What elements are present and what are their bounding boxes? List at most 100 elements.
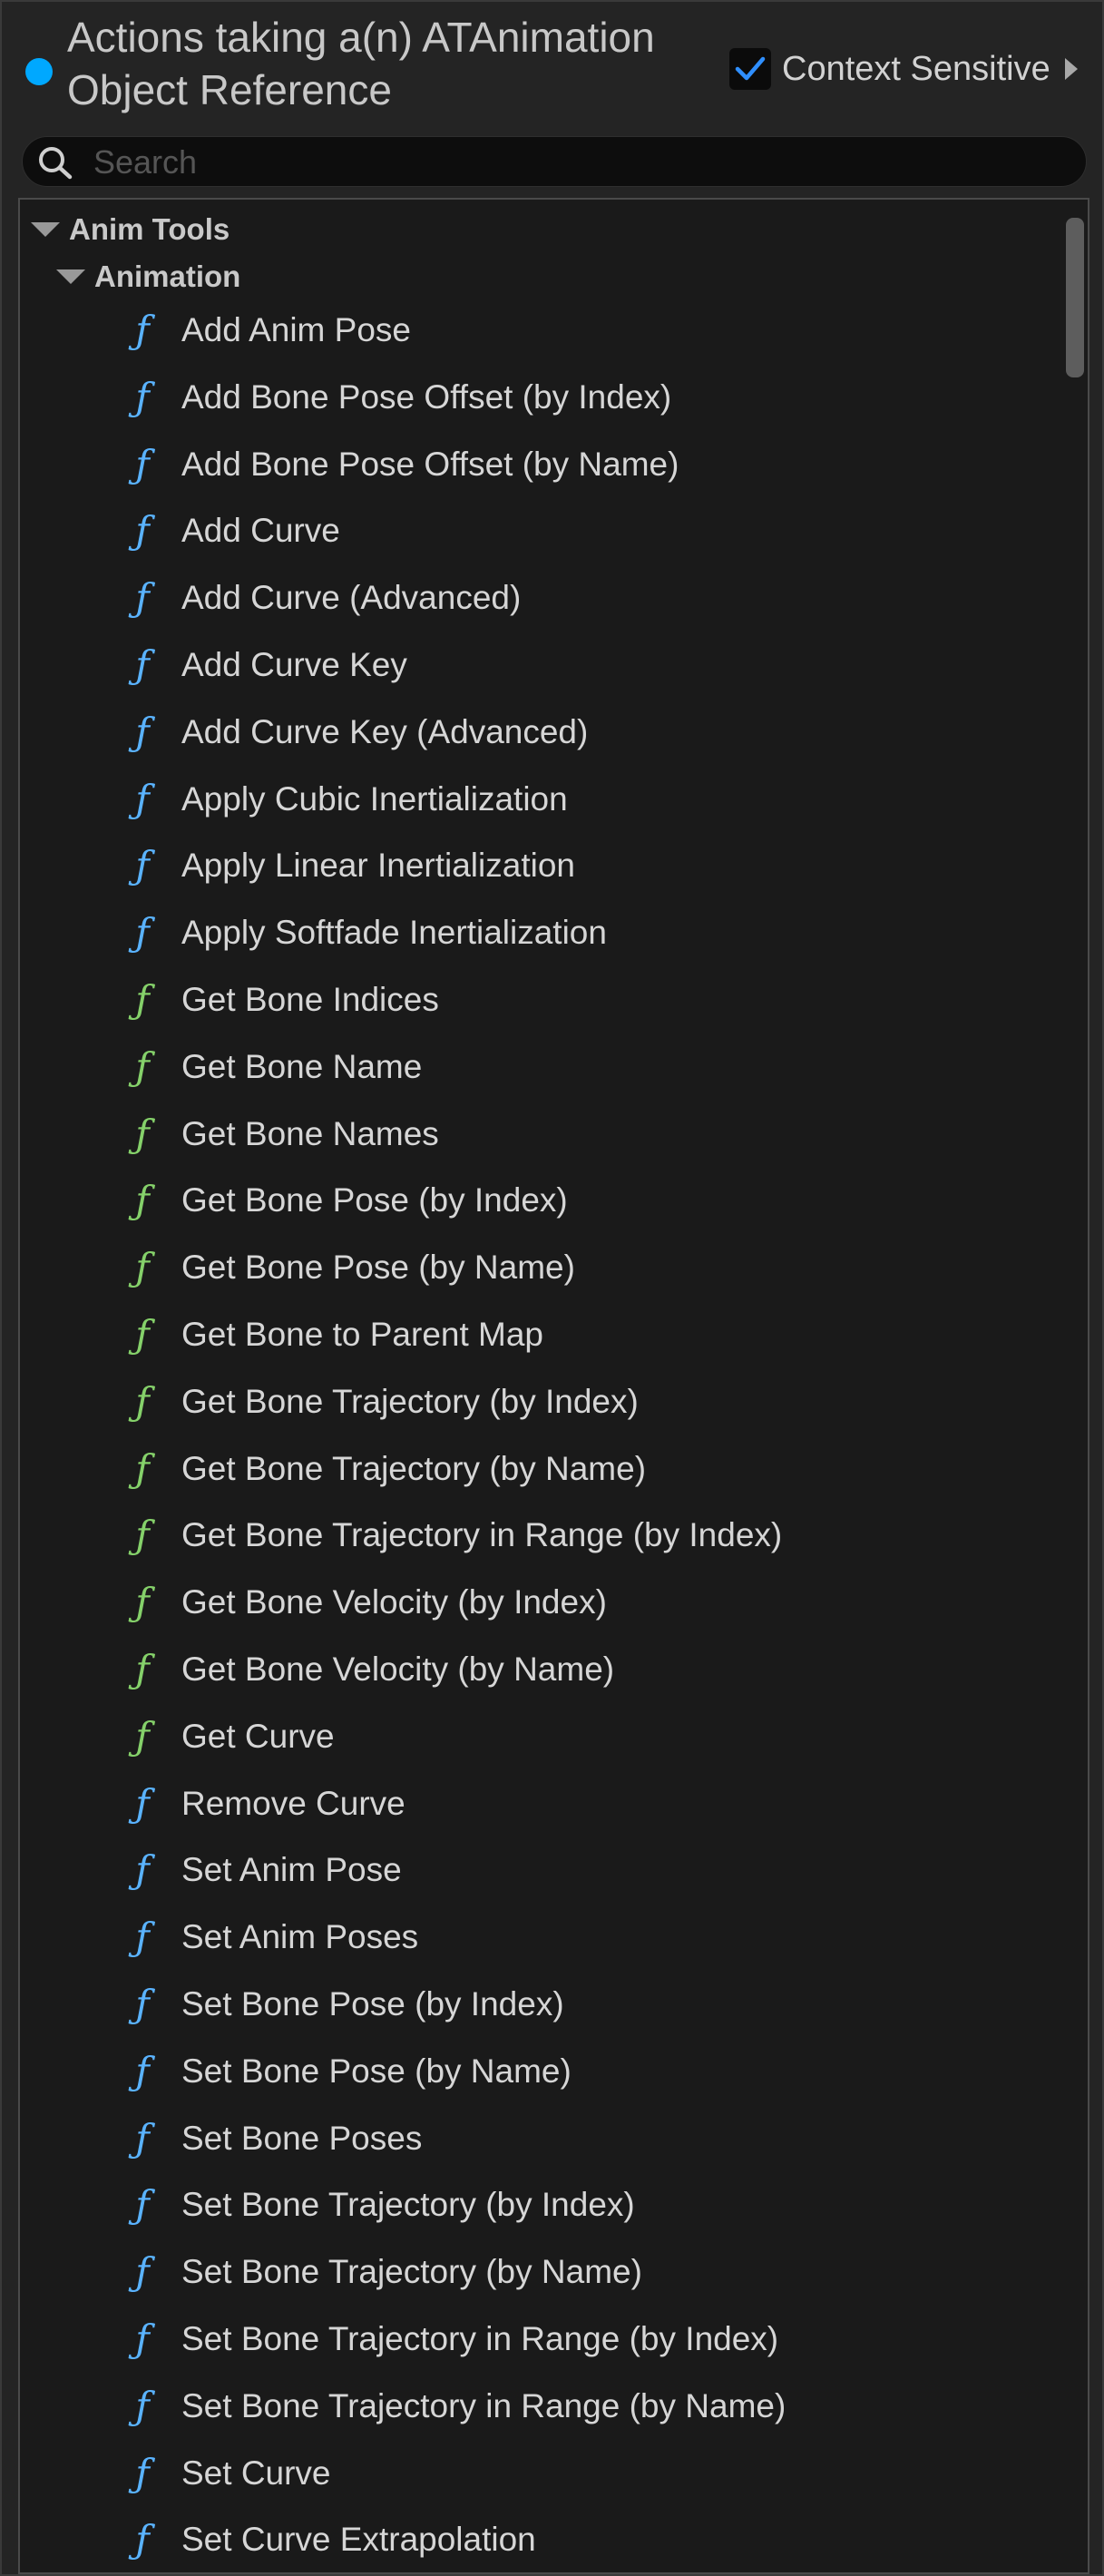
action-item[interactable]: ƒ Get Bone to Parent Map: [122, 1304, 1047, 1366]
action-item[interactable]: ƒ Get Bone Trajectory (by Name): [122, 1438, 1047, 1500]
context-sensitive-label: Context Sensitive: [782, 49, 1050, 88]
search-bar[interactable]: [22, 136, 1087, 187]
action-item[interactable]: ƒ Add Curve Key (Advanced): [122, 701, 1047, 763]
action-item-label: Add Curve (Advanced): [181, 579, 522, 617]
action-item[interactable]: ƒ Set Bone Trajectory (by Index): [122, 2174, 1047, 2236]
action-item[interactable]: ƒ Set Bone Trajectory (by Name): [122, 2241, 1047, 2303]
action-item[interactable]: ƒ Set Bone Trajectory in Range (by Name): [122, 2375, 1047, 2437]
action-item-label: Get Bone Velocity (by Index): [181, 1583, 607, 1621]
action-item[interactable]: ƒ Apply Softfade Inertialization: [122, 902, 1047, 964]
context-sensitive-checkbox[interactable]: [729, 48, 771, 90]
action-item[interactable]: ƒ Add Anim Pose: [122, 299, 1047, 361]
search-input[interactable]: [92, 141, 1075, 184]
action-item-label: Set Bone Poses: [181, 2119, 423, 2157]
action-item-label: Apply Linear Inertialization: [181, 847, 575, 885]
function-icon: ƒ: [135, 1245, 150, 1290]
action-item[interactable]: ƒ Apply Cubic Inertialization: [122, 769, 1047, 830]
action-item-label: Set Bone Pose (by Index): [181, 1985, 564, 2023]
action-item-label: Add Bone Pose Offset (by Name): [181, 445, 679, 483]
function-icon: ƒ: [135, 2249, 150, 2295]
function-icon: ƒ: [135, 508, 150, 553]
action-item-label: Add Bone Pose Offset (by Index): [181, 377, 672, 416]
action-item[interactable]: ƒ Add Bone Pose Offset (by Name): [122, 434, 1047, 495]
function-icon: ƒ: [135, 1043, 150, 1089]
expand-arrow-icon[interactable]: [1064, 58, 1078, 80]
scrollbar-thumb[interactable]: [1066, 218, 1084, 377]
collapse-arrow-icon[interactable]: [56, 269, 85, 284]
action-item[interactable]: ƒ Get Bone Names: [122, 1103, 1047, 1165]
function-icon: ƒ: [135, 1915, 150, 1960]
function-icon: ƒ: [135, 977, 150, 1022]
action-item-label: Get Curve: [181, 1717, 335, 1755]
action-item[interactable]: ƒ Add Curve: [122, 500, 1047, 562]
action-item[interactable]: ƒ Set Anim Poses: [122, 1906, 1047, 1968]
function-icon: ƒ: [135, 1513, 150, 1558]
action-item[interactable]: ƒ Set Bone Pose (by Index): [122, 1974, 1047, 2035]
function-icon: ƒ: [135, 1847, 150, 1893]
context-sensitive-toggle[interactable]: Context Sensitive: [729, 45, 1078, 93]
object-reference-dot-icon: [25, 58, 53, 85]
action-item-label: Set Bone Trajectory in Range (by Index): [181, 2320, 779, 2357]
action-item[interactable]: ƒ Get Bone Velocity (by Name): [122, 1639, 1047, 1700]
action-item[interactable]: ƒ Get Bone Indices: [122, 969, 1047, 1031]
function-icon: ƒ: [135, 1312, 150, 1357]
action-item-label: Get Bone Indices: [181, 981, 439, 1018]
action-item[interactable]: ƒ Set Curve: [122, 2443, 1047, 2504]
action-item-label: Add Anim Pose: [181, 311, 411, 348]
action-item[interactable]: ƒ Get Bone Velocity (by Index): [122, 1572, 1047, 1633]
action-item[interactable]: ƒ Add Bone Pose Offset (by Index): [122, 367, 1047, 428]
action-item[interactable]: ƒ Apply Linear Inertialization: [122, 835, 1047, 896]
action-item-label: Set Bone Pose (by Name): [181, 2052, 572, 2090]
action-item[interactable]: ƒ Add Curve (Advanced): [122, 567, 1047, 629]
action-item-label: Apply Softfade Inertialization: [181, 914, 607, 952]
action-item[interactable]: ƒ Get Curve: [122, 1706, 1047, 1768]
action-item-label: Add Curve Key (Advanced): [181, 712, 589, 750]
action-item-label: Apply Cubic Inertialization: [181, 779, 568, 818]
action-item[interactable]: ƒ Get Bone Trajectory (by Index): [122, 1371, 1047, 1433]
action-item-label: Get Bone Trajectory in Range (by Index): [181, 1516, 783, 1554]
action-item[interactable]: ƒ Remove Curve: [122, 1773, 1047, 1835]
function-icon: ƒ: [135, 1647, 150, 1691]
action-item[interactable]: ƒ Get Bone Pose (by Index): [122, 1170, 1047, 1231]
function-icon: ƒ: [135, 843, 150, 888]
menu-title: Actions taking a(n) ATAnimation Object R…: [67, 11, 702, 116]
scrollbar[interactable]: [1066, 203, 1084, 2569]
function-icon: ƒ: [135, 1982, 150, 2026]
action-item[interactable]: ƒ Add Curve Key: [122, 634, 1047, 696]
collapse-arrow-icon[interactable]: [31, 222, 60, 237]
action-item[interactable]: ƒ Get Bone Trajectory in Range (by Index): [122, 1504, 1047, 1566]
category-animation[interactable]: Animation: [56, 254, 240, 299]
action-item-label: Set Anim Poses: [181, 1918, 419, 1956]
function-icon: ƒ: [135, 2048, 150, 2093]
function-icon: ƒ: [135, 1378, 150, 1424]
action-tree: Anim Tools Animation ƒ Add Anim Pose ƒ Add …: [18, 198, 1089, 2574]
menu-title-line2: Object Reference: [67, 66, 392, 113]
category-anim-tools[interactable]: Anim Tools: [31, 207, 230, 252]
action-menu-panel: Actions taking a(n) ATAnimation Object R…: [0, 0, 1104, 2576]
function-icon: ƒ: [135, 2517, 150, 2562]
function-icon: ƒ: [135, 1111, 150, 1156]
function-icon: ƒ: [135, 2115, 150, 2160]
action-item[interactable]: ƒ Get Bone Name: [122, 1036, 1047, 1098]
action-item[interactable]: ƒ Set Curve Extrapolation: [122, 2509, 1047, 2571]
action-item-label: Set Bone Trajectory (by Index): [181, 2186, 635, 2224]
function-icon: ƒ: [135, 2383, 150, 2428]
action-item-label: Set Anim Pose: [181, 1851, 402, 1889]
action-item-label: Set Bone Trajectory in Range (by Name): [181, 2386, 786, 2424]
action-item-label: Set Bone Trajectory (by Name): [181, 2253, 642, 2291]
action-item[interactable]: ƒ Set Bone Pose (by Name): [122, 2041, 1047, 2102]
action-item-label: Get Bone Trajectory (by Index): [181, 1382, 639, 1420]
function-icon: ƒ: [135, 910, 150, 955]
action-item[interactable]: ƒ Set Bone Poses: [122, 2108, 1047, 2170]
action-item[interactable]: ƒ Get Bone Pose (by Name): [122, 1237, 1047, 1298]
function-icon: ƒ: [135, 1178, 150, 1223]
function-icon: ƒ: [135, 1580, 150, 1625]
function-icon: ƒ: [135, 308, 150, 352]
function-icon: ƒ: [135, 2182, 150, 2228]
checkmark-icon: [735, 56, 766, 81]
action-item-label: Get Bone Trajectory (by Name): [181, 1449, 647, 1487]
action-item[interactable]: ƒ Set Anim Pose: [122, 1839, 1047, 1901]
function-icon: ƒ: [135, 575, 150, 621]
menu-header: Actions taking a(n) ATAnimation Object R…: [2, 2, 1102, 129]
action-item[interactable]: ƒ Set Bone Trajectory in Range (by Index): [122, 2308, 1047, 2370]
